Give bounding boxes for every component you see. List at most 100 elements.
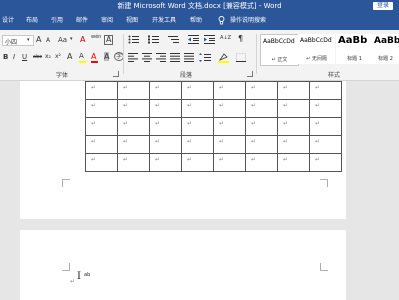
bullets-icon[interactable] bbox=[128, 35, 140, 44]
table-cell[interactable]: ↵ bbox=[117, 135, 150, 154]
text-effects-button[interactable]: A bbox=[67, 52, 72, 61]
multilevel-list-icon[interactable] bbox=[168, 35, 180, 44]
superscript-button[interactable]: x² bbox=[55, 53, 61, 60]
clear-formatting-button[interactable]: A bbox=[80, 35, 85, 44]
margin-corner-mark bbox=[320, 179, 328, 187]
table-cell[interactable]: ↵ bbox=[309, 99, 342, 118]
table-cell[interactable]: ↵ bbox=[117, 153, 150, 172]
tab-layout[interactable]: 布局 bbox=[26, 12, 38, 30]
increase-indent-icon[interactable] bbox=[204, 35, 215, 44]
table-cell[interactable]: ↵ bbox=[309, 153, 342, 172]
page[interactable]: ↵ ↵ ↵ ↵ ↵ ↵ ↵ ↵ ↵ ↵ ↵ ↵ ↵ ↵ ↵ ↵ ↵ ↵ ↵ ↵ ↵ ↵ ↵ ↵ ↵ ↵ ↵ ↵ ↵ ↵ ↵ ↵ ↵ ↵ ↵ ↵ ↵ ↵ ↵ ↵ bbox=[20, 81, 346, 219]
cell-end-mark: ↵ bbox=[251, 156, 257, 163]
tab-review[interactable]: 审阅 bbox=[101, 12, 113, 30]
table-cell[interactable]: ↵ bbox=[181, 81, 214, 100]
table[interactable]: ↵ ↵ ↵ ↵ ↵ ↵ ↵ ↵ ↵ ↵ ↵ ↵ ↵ ↵ ↵ ↵ ↵ ↵ ↵ ↵ ↵ ↵ ↵ ↵ ↵ ↵ ↵ ↵ ↵ ↵ ↵ ↵ ↵ ↵ ↵ ↵ ↵ ↵ ↵ ↵ bbox=[85, 81, 342, 172]
underline-button[interactable]: U bbox=[22, 53, 27, 61]
table-cell[interactable]: ↵ bbox=[245, 135, 278, 154]
style-heading-1[interactable]: AaBb 标题 1 bbox=[336, 34, 373, 64]
document-area[interactable]: ↵ ↵ ↵ ↵ ↵ ↵ ↵ ↵ ↵ ↵ ↵ ↵ ↵ ↵ ↵ ↵ ↵ ↵ ↵ ↵ ↵ ↵ ↵ ↵ ↵ ↵ ↵ ↵ ↵ ↵ ↵ ↵ ↵ ↵ ↵ ↵ ↵ ↵ ↵ ↵… bbox=[0, 81, 399, 300]
tab-design[interactable]: 设计 bbox=[2, 12, 14, 30]
table-cell[interactable]: ↵ bbox=[149, 81, 182, 100]
style-no-spacing[interactable]: AaBbCcDd ↵ 无间隔 bbox=[298, 34, 335, 64]
tab-view[interactable]: 视图 bbox=[126, 12, 138, 30]
style-heading-2[interactable]: AaBb 标题 2 bbox=[372, 34, 399, 64]
distributed-icon[interactable] bbox=[184, 53, 194, 62]
table-cell[interactable]: ↵ bbox=[149, 99, 182, 118]
table-cell[interactable]: ↵ bbox=[149, 117, 182, 136]
table-cell[interactable]: ↵ bbox=[85, 153, 118, 172]
lightbulb-icon[interactable] bbox=[218, 16, 225, 25]
table-cell[interactable]: ↵ bbox=[277, 99, 310, 118]
table-cell[interactable]: ↵ bbox=[181, 99, 214, 118]
decrease-indent-icon[interactable] bbox=[188, 35, 199, 44]
table-cell[interactable]: ↵ bbox=[85, 135, 118, 154]
align-right-icon[interactable] bbox=[156, 53, 166, 62]
tell-me-search[interactable]: 操作说明搜索 bbox=[230, 12, 266, 30]
table-cell[interactable]: ↵ bbox=[245, 153, 278, 172]
table-cell[interactable]: ↵ bbox=[181, 153, 214, 172]
italic-button[interactable]: I bbox=[13, 53, 15, 61]
table-cell[interactable]: ↵ bbox=[117, 99, 150, 118]
line-spacing-icon[interactable] bbox=[199, 53, 211, 62]
table-cell[interactable]: ↵ bbox=[181, 135, 214, 154]
character-border-button[interactable]: A bbox=[104, 35, 114, 45]
table-cell[interactable]: ↵ bbox=[117, 81, 150, 100]
table-cell[interactable]: ↵ bbox=[245, 81, 278, 100]
shading-icon[interactable] bbox=[218, 52, 229, 63]
table-cell[interactable]: ↵ bbox=[149, 135, 182, 154]
table-cell[interactable]: ↵ bbox=[213, 117, 246, 136]
strikethrough-button[interactable]: abc bbox=[33, 54, 42, 60]
cell-end-mark: ↵ bbox=[123, 120, 129, 127]
phonetic-guide-button[interactable]: wén bbox=[91, 34, 101, 40]
table-cell[interactable]: ↵ bbox=[245, 99, 278, 118]
font-dialog-launcher-icon[interactable] bbox=[113, 71, 119, 77]
table-cell[interactable]: ↵ bbox=[309, 135, 342, 154]
page[interactable]: ↵ I ab bbox=[20, 230, 346, 300]
table-cell[interactable]: ↵ bbox=[277, 81, 310, 100]
font-size-dropdown[interactable]: 小四 ▾ bbox=[2, 35, 34, 46]
chevron-down-icon[interactable]: ▾ bbox=[70, 36, 73, 42]
tab-help[interactable]: 帮助 bbox=[190, 12, 202, 30]
paragraph-dialog-launcher-icon[interactable] bbox=[247, 71, 253, 77]
table-cell[interactable]: ↵ bbox=[213, 99, 246, 118]
align-center-icon[interactable] bbox=[142, 53, 152, 62]
table-cell[interactable]: ↵ bbox=[309, 81, 342, 100]
table-cell[interactable]: ↵ bbox=[85, 99, 118, 118]
bold-button[interactable]: B bbox=[3, 53, 8, 61]
justify-icon[interactable] bbox=[170, 53, 180, 62]
tab-mailings[interactable]: 邮件 bbox=[76, 12, 88, 30]
align-left-icon[interactable] bbox=[128, 53, 138, 62]
show-formatting-marks-button[interactable]: ¶ bbox=[238, 34, 243, 43]
font-color-button[interactable]: A bbox=[91, 52, 96, 61]
table-cell[interactable]: ↵ bbox=[85, 81, 118, 100]
shrink-font-button[interactable]: A bbox=[46, 37, 50, 44]
table-cell[interactable]: ↵ bbox=[85, 117, 118, 136]
chevron-down-icon[interactable]: ▾ bbox=[27, 37, 30, 43]
table-cell[interactable]: ↵ bbox=[245, 117, 278, 136]
login-button[interactable]: 登录 bbox=[373, 2, 393, 10]
table-cell[interactable]: ↵ bbox=[277, 135, 310, 154]
table-cell[interactable]: ↵ bbox=[213, 135, 246, 154]
tab-references[interactable]: 引用 bbox=[51, 12, 63, 30]
highlight-button[interactable]: A bbox=[79, 52, 84, 60]
table-cell[interactable]: ↵ bbox=[277, 153, 310, 172]
cell-end-mark: ↵ bbox=[251, 138, 257, 145]
character-shading-button[interactable]: A bbox=[104, 52, 110, 61]
style-normal[interactable]: AaBbCcDd ↵ 正文 bbox=[260, 34, 299, 66]
table-cell[interactable]: ↵ bbox=[309, 117, 342, 136]
cell-end-mark: ↵ bbox=[155, 102, 161, 109]
subscript-button[interactable]: x₂ bbox=[45, 53, 51, 60]
borders-icon[interactable] bbox=[236, 53, 246, 62]
grow-font-button[interactable]: A bbox=[36, 35, 41, 44]
change-case-button[interactable]: Aa bbox=[58, 36, 67, 44]
table-cell[interactable]: ↵ bbox=[181, 117, 214, 136]
sort-button[interactable]: A↓Z bbox=[220, 35, 231, 41]
table-cell[interactable]: ↵ bbox=[213, 81, 246, 100]
numbering-icon[interactable] bbox=[148, 35, 160, 44]
tab-developer[interactable]: 开发工具 bbox=[152, 12, 176, 30]
table-cell[interactable]: ↵ bbox=[277, 117, 310, 136]
table-cell[interactable]: ↵ bbox=[213, 153, 246, 172]
table-cell[interactable]: ↵ bbox=[149, 153, 182, 172]
table-cell[interactable]: ↵ bbox=[117, 117, 150, 136]
